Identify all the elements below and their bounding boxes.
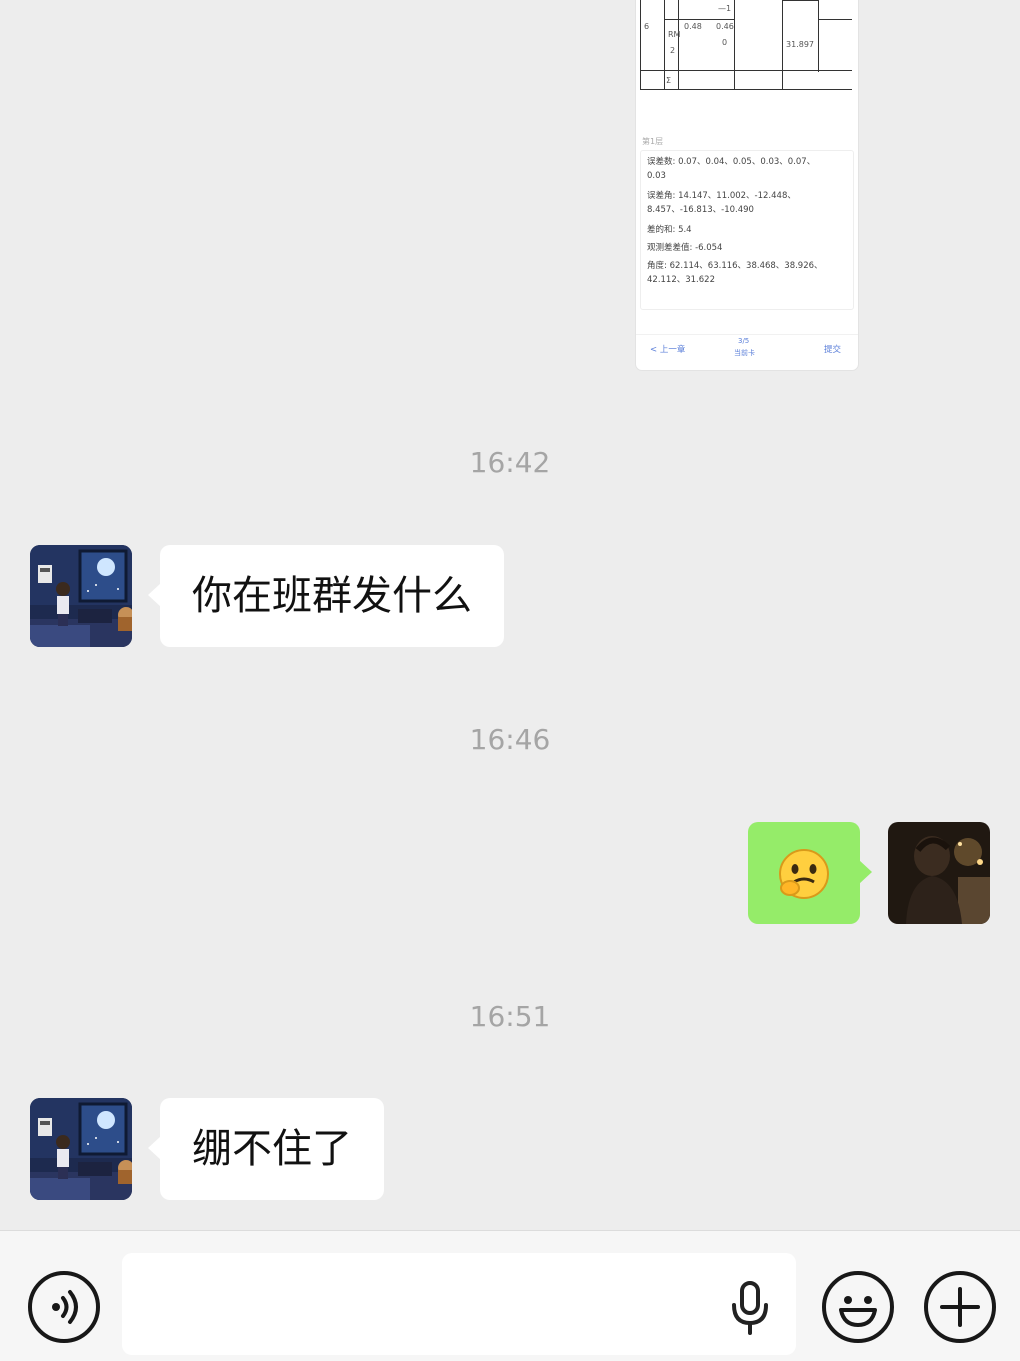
message-bubble-sent[interactable]	[748, 822, 872, 924]
peeking-emoji-icon	[779, 849, 829, 899]
photo-person-avatar-icon	[888, 822, 990, 924]
image-caption: 第1层	[642, 137, 664, 146]
voice-mode-icon	[52, 1290, 78, 1324]
anime-night-room-avatar-icon	[30, 545, 132, 647]
image-table: 6 RM 2 0.48 0.46 0 —1 31.897 Σ	[640, 0, 852, 90]
image-page-bottom: 当前卡	[734, 349, 755, 357]
calc-line: 误差数: 0.07、0.04、0.05、0.03、0.07、	[647, 157, 816, 167]
image-footer: < 上一章 3/5 当前卡 提交	[636, 334, 858, 363]
image-prev-link: < 上一章	[650, 345, 686, 355]
emoji-smile-icon	[839, 1296, 877, 1327]
emoji-button[interactable]	[822, 1271, 894, 1343]
timestamp: 16:42	[469, 446, 551, 479]
anime-night-room-avatar-icon	[30, 1098, 132, 1200]
calc-line: 8.457、-16.813、-10.490	[647, 205, 754, 215]
image-submit-link: 提交	[824, 345, 842, 355]
message-text-input[interactable]	[122, 1253, 796, 1355]
table-cell: 31.897	[786, 40, 814, 49]
table-cell: 6	[644, 22, 650, 31]
timestamp: 16:51	[469, 1000, 551, 1033]
message-bubble-received[interactable]: 绷不住了	[148, 1098, 384, 1200]
image-calc-box: 误差数: 0.07、0.04、0.05、0.03、0.07、 0.03 误差角:…	[640, 150, 854, 310]
table-cell: —1	[718, 4, 732, 13]
table-cell: Σ	[666, 76, 672, 85]
microphone-icon	[732, 1281, 768, 1335]
table-cell: RM	[668, 30, 681, 39]
calc-line: 差的和: 5.4	[647, 225, 692, 235]
contact-avatar[interactable]	[30, 1098, 132, 1200]
chat-message-list[interactable]: 6 RM 2 0.48 0.46 0 —1 31.897 Σ 第1层 误差数: …	[0, 0, 1020, 1230]
table-cell: 0.48	[684, 22, 702, 31]
timestamp: 16:46	[469, 723, 551, 756]
calc-line: 观测差差值: -6.054	[647, 243, 723, 253]
chat-input-bar	[0, 1230, 1020, 1361]
my-avatar[interactable]	[888, 822, 990, 924]
shared-image-message[interactable]: 6 RM 2 0.48 0.46 0 —1 31.897 Σ 第1层 误差数: …	[636, 0, 858, 370]
calc-line: 42.112、31.622	[647, 275, 715, 285]
contact-avatar[interactable]	[30, 545, 132, 647]
table-cell: 0	[722, 38, 728, 47]
calc-line: 误差角: 14.147、11.002、-12.448、	[647, 191, 796, 201]
plus-icon	[940, 1287, 980, 1327]
calc-line: 0.03	[647, 171, 666, 181]
table-cell: 0.46	[716, 22, 734, 31]
calc-line: 角度: 62.114、63.116、38.468、38.926、	[647, 261, 823, 271]
table-cell: 2	[670, 46, 676, 55]
message-bubble-received[interactable]: 你在班群发什么	[148, 545, 504, 647]
more-functions-button[interactable]	[924, 1271, 996, 1343]
voice-mode-button[interactable]	[28, 1271, 100, 1343]
image-page-top: 3/5	[738, 337, 750, 345]
microphone-button[interactable]	[728, 1279, 772, 1335]
